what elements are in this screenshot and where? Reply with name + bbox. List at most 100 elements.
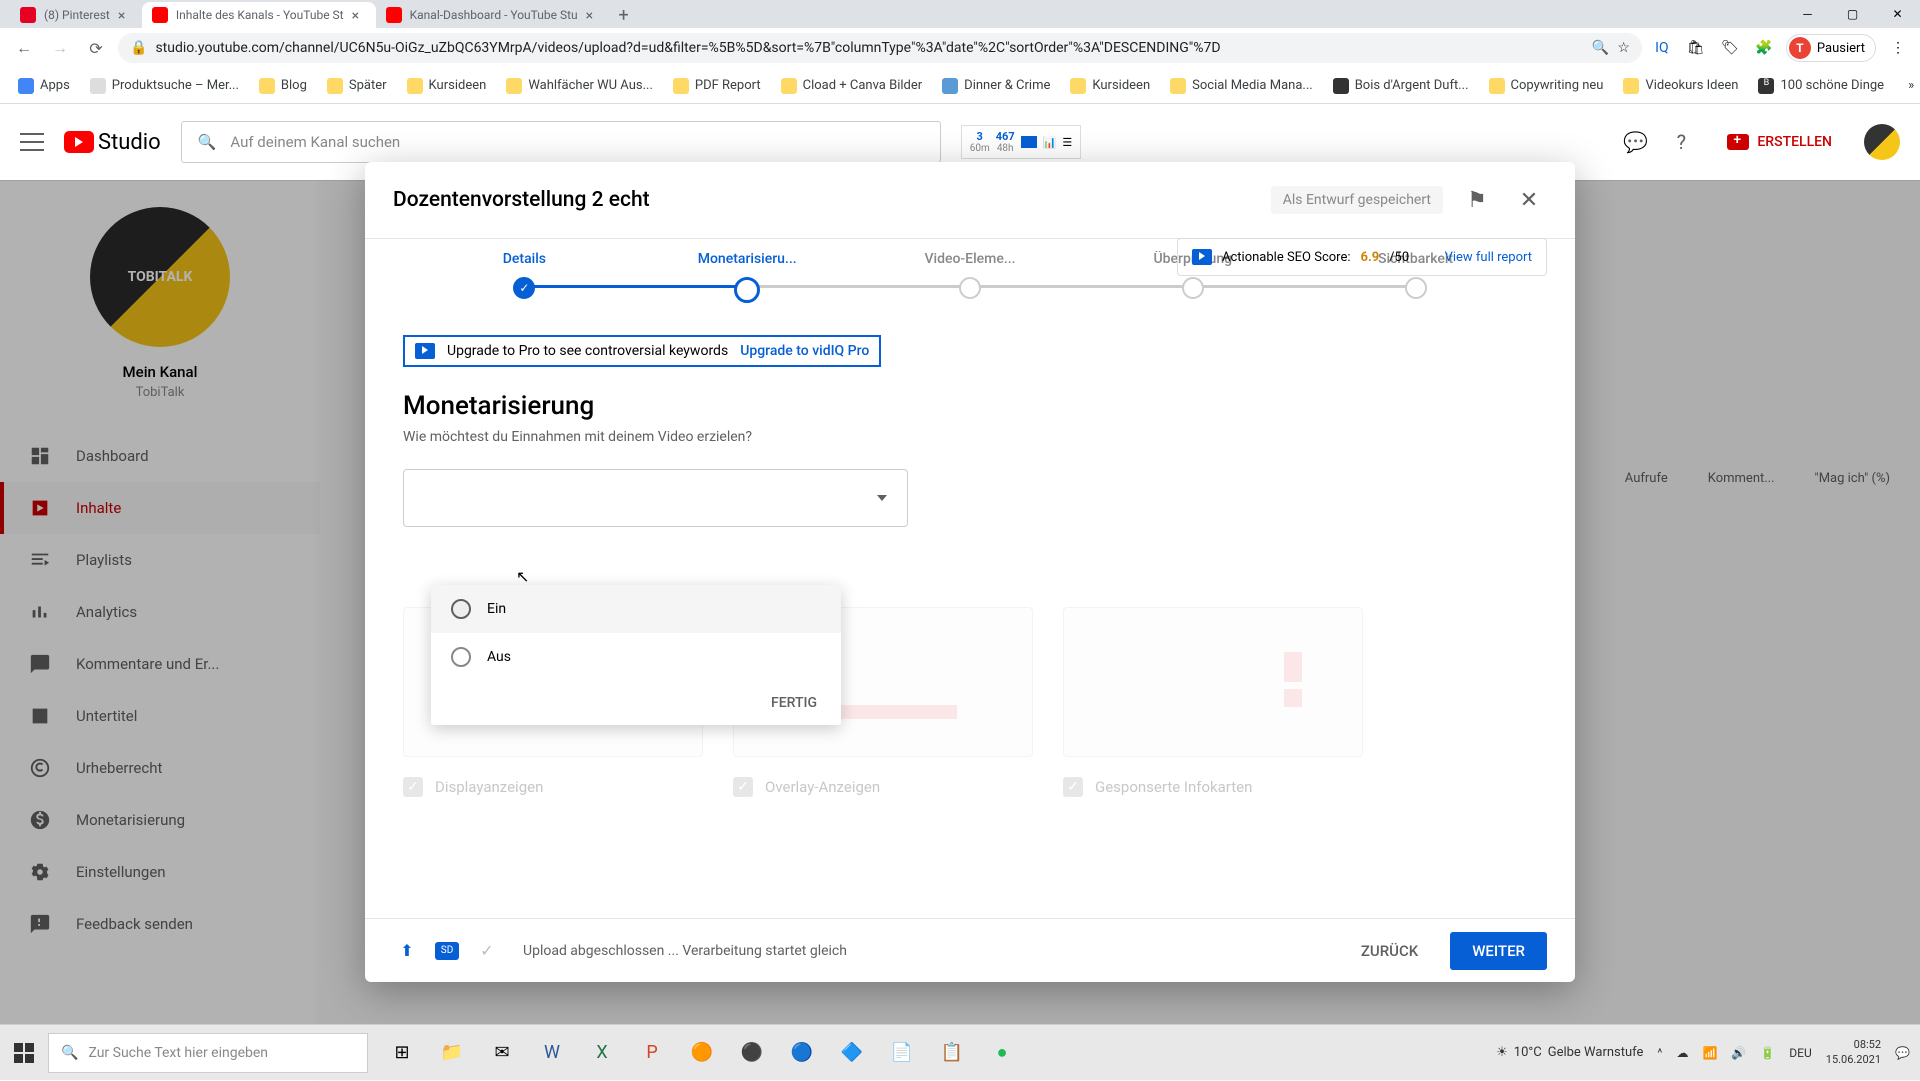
star-icon[interactable]: ☆ [1617, 40, 1630, 56]
mail-icon[interactable]: ✉ [478, 1029, 526, 1077]
close-window-button[interactable]: ✕ [1875, 0, 1920, 28]
bookmark[interactable]: Bois d'Argent Duft... [1325, 74, 1477, 98]
close-icon[interactable]: × [586, 8, 600, 22]
option-on[interactable]: Ein [431, 585, 841, 633]
app-icon[interactable]: 📄 [878, 1029, 926, 1077]
video-plus-icon [1727, 134, 1749, 150]
done-button[interactable]: FERTIG [431, 681, 841, 725]
forward-button[interactable]: → [46, 34, 74, 62]
notifications-icon[interactable]: 💬 [1895, 1046, 1910, 1060]
checkbox-icon[interactable]: ✓ [1063, 777, 1083, 797]
extension-icon[interactable]: IQ [1650, 36, 1674, 60]
weather-widget[interactable]: ☀ 10°C Gelbe Warnstufe [1496, 1045, 1643, 1060]
app-icon[interactable]: 📋 [928, 1029, 976, 1077]
avatar[interactable] [1864, 124, 1900, 160]
spotify-icon[interactable]: ● [978, 1029, 1026, 1077]
bookmark[interactable]: Wahlfächer WU Aus... [498, 74, 661, 98]
apps-button[interactable]: Apps [10, 74, 78, 98]
upgrade-link[interactable]: Upgrade to vidIQ Pro [740, 343, 869, 359]
option-off[interactable]: Aus [431, 633, 841, 681]
upload-dialog: Dozentenvorstellung 2 echt Als Entwurf g… [365, 162, 1575, 982]
start-button[interactable] [0, 1029, 48, 1077]
maximize-button[interactable]: ▢ [1830, 0, 1875, 28]
close-icon[interactable]: ✕ [1511, 182, 1547, 218]
view-report-link[interactable]: View full report [1445, 250, 1532, 265]
wifi-icon[interactable]: 📶 [1702, 1046, 1717, 1060]
next-button[interactable]: WEITER [1450, 932, 1547, 970]
chevron-down-icon [877, 495, 887, 501]
new-tab-button[interactable]: + [610, 2, 638, 28]
chrome-icon[interactable]: 🔵 [778, 1029, 826, 1077]
reload-button[interactable]: ⟳ [82, 34, 110, 62]
taskbar: 🔍Zur Suche Text hier eingeben ⊞ 📁 ✉ W X … [0, 1024, 1920, 1080]
onedrive-icon[interactable]: ☁ [1676, 1046, 1688, 1060]
battery-icon[interactable]: 🔋 [1760, 1046, 1775, 1060]
close-icon[interactable]: × [352, 8, 366, 22]
taskbar-search[interactable]: 🔍Zur Suche Text hier eingeben [48, 1033, 368, 1073]
checkbox-icon[interactable]: ✓ [733, 777, 753, 797]
bookmark[interactable]: Kursideen [399, 74, 495, 98]
search-icon: 🔍 [61, 1045, 78, 1061]
minimize-button[interactable]: ─ [1785, 0, 1830, 28]
bookmark[interactable]: Produktsuche – Mer... [82, 74, 247, 98]
bookmark[interactable]: Kursideen [1062, 74, 1158, 98]
tab-strip: (8) Pinterest × Inhalte des Kanals - You… [0, 0, 1920, 28]
clock[interactable]: 08:52 15.06.2021 [1826, 1038, 1881, 1067]
tray-chevron-icon[interactable]: ^ [1657, 1046, 1662, 1060]
bookmark[interactable]: Später [319, 74, 395, 98]
bookmark[interactable]: Copywriting neu [1481, 74, 1612, 98]
obs-icon[interactable]: ⚫ [728, 1029, 776, 1077]
search-input[interactable]: 🔍 Auf deinem Kanal suchen [181, 121, 941, 163]
address-bar[interactable]: 🔒 studio.youtube.com/channel/UC6N5u-OiGz… [118, 33, 1642, 63]
language-indicator[interactable]: DEU [1789, 1046, 1811, 1060]
extension-icon[interactable]: 🏷 [1718, 36, 1742, 60]
bookmark-overflow[interactable]: » [1900, 74, 1920, 97]
sun-icon: ☀ [1496, 1045, 1508, 1060]
powerpoint-icon[interactable]: P [628, 1029, 676, 1077]
step-details[interactable]: Details✓ [413, 251, 636, 299]
check-circle-icon: ✓ [473, 937, 501, 965]
monetization-dropdown[interactable] [403, 469, 908, 527]
app-icon[interactable]: 🟠 [678, 1029, 726, 1077]
close-icon[interactable]: × [118, 8, 132, 22]
bookmark[interactable]: Dinner & Crime [934, 74, 1058, 98]
back-button[interactable]: ← [10, 34, 38, 62]
youtube-icon [64, 131, 94, 153]
browser-tab[interactable]: Kanal-Dashboard - YouTube Stu × [376, 2, 610, 28]
profile-button[interactable]: T Pausiert [1786, 34, 1876, 62]
studio-logo[interactable]: Studio [64, 130, 161, 155]
excel-icon[interactable]: X [578, 1029, 626, 1077]
save-status: Als Entwurf gespeichert [1271, 186, 1443, 214]
vidiq-upgrade-banner[interactable]: Upgrade to Pro to see controversial keyw… [403, 335, 881, 367]
task-view-icon[interactable]: ⊞ [378, 1029, 426, 1077]
help-icon[interactable]: ? [1667, 128, 1695, 156]
browser-tab[interactable]: (8) Pinterest × [10, 2, 142, 28]
volume-icon[interactable]: 🔊 [1731, 1046, 1746, 1060]
extension-icon[interactable]: 🛍 [1684, 36, 1708, 60]
seo-score-card[interactable]: Actionable SEO Score: 6.9/50 View full r… [1177, 239, 1547, 276]
bookmark[interactable]: B100 schöne Dinge [1750, 74, 1892, 98]
word-icon[interactable]: W [528, 1029, 576, 1077]
lock-icon: 🔒 [130, 40, 147, 56]
bookmark[interactable]: Social Media Mana... [1162, 74, 1321, 98]
menu-icon[interactable]: ⋮ [1886, 36, 1910, 60]
browser-tab[interactable]: Inhalte des Kanals - YouTube St × [142, 2, 376, 28]
extensions-menu-icon[interactable]: 🧩 [1752, 36, 1776, 60]
checkbox-icon[interactable]: ✓ [403, 777, 423, 797]
explorer-icon[interactable]: 📁 [428, 1029, 476, 1077]
chat-icon[interactable]: 💬 [1621, 128, 1649, 156]
edge-icon[interactable]: 🔷 [828, 1029, 876, 1077]
bookmark[interactable]: PDF Report [665, 74, 769, 98]
step-monetization[interactable]: Monetarisieru... [636, 251, 859, 303]
create-button[interactable]: ERSTELLEN [1713, 126, 1846, 158]
bookmark[interactable]: Blog [251, 74, 315, 98]
feedback-icon[interactable]: ⚑ [1459, 182, 1495, 218]
bookmark[interactable]: Videokurs Ideen [1615, 74, 1746, 98]
zoom-icon[interactable]: 🔍 [1592, 40, 1609, 56]
menu-icon[interactable] [20, 130, 44, 154]
bookmarks-bar: Apps Produktsuche – Mer... Blog Später K… [0, 68, 1920, 104]
vidiq-stats[interactable]: 360m 46748h 📊 ☰ [961, 125, 1082, 159]
step-video-elements[interactable]: Video-Eleme... [859, 251, 1082, 299]
back-button[interactable]: ZURÜCK [1343, 932, 1436, 970]
bookmark[interactable]: Cload + Canva Bilder [773, 74, 931, 98]
